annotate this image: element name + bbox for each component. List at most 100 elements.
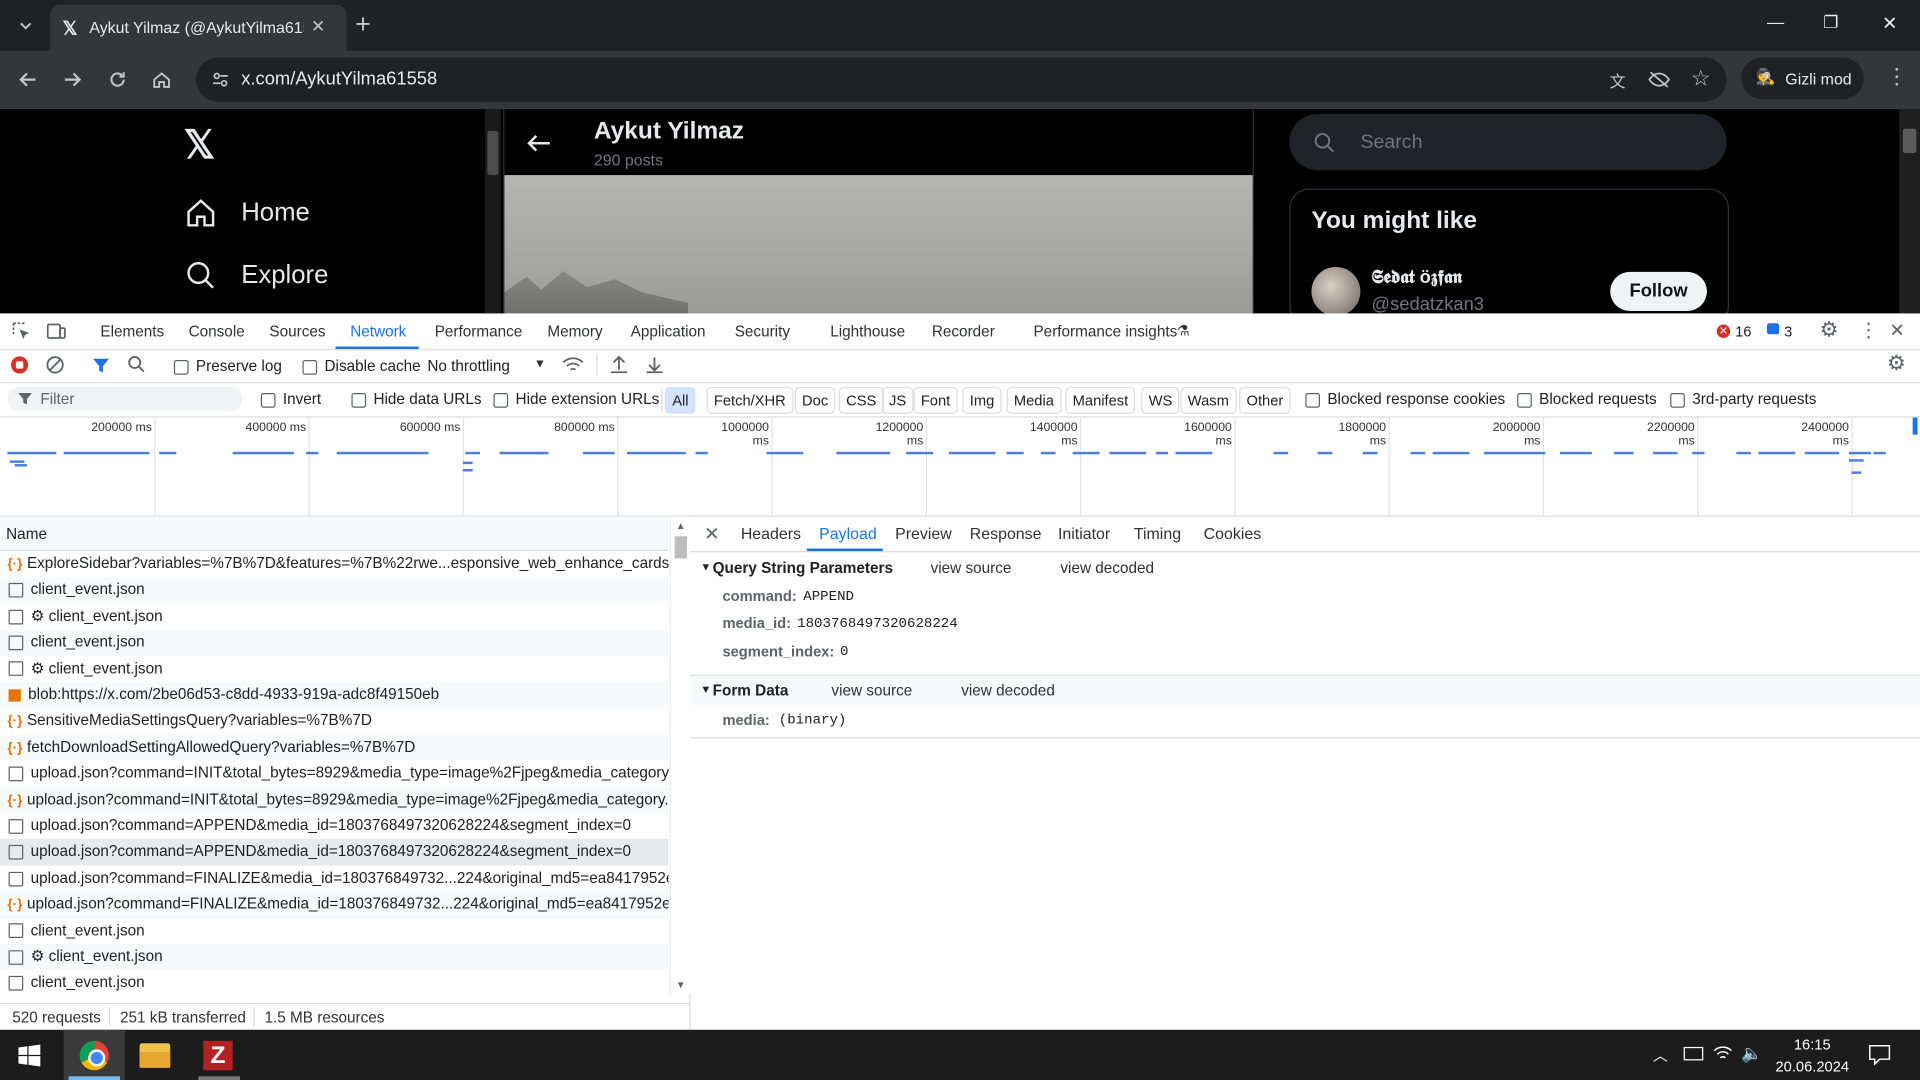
tab-headers[interactable]: Headers [741,517,801,551]
nav-home[interactable]: Home [184,195,429,234]
throttling-select[interactable]: No throttling [427,358,510,375]
nav-explore[interactable]: Explore [184,257,429,296]
taskbar-chrome[interactable] [63,1029,125,1080]
bookmark-star-icon[interactable]: ☆ [1687,65,1714,92]
clock-date[interactable]: 20.06.2024 [1776,1058,1850,1075]
scrollbar-thumb[interactable] [674,536,687,559]
incognito-profile-button[interactable]: 🕵 Gizli mod [1741,57,1864,100]
message-icon[interactable] [1766,323,1780,335]
tab-close-icon[interactable]: ✕ [311,16,325,37]
back-arrow-icon[interactable] [11,62,45,96]
devtools-close-icon[interactable]: ✕ [1889,320,1904,342]
scrollbar-thumb[interactable] [487,131,499,176]
maximize-button[interactable]: ❐ [1823,12,1838,33]
page-scrollbar[interactable] [1899,108,1920,314]
type-filter-doc[interactable]: Doc [794,386,836,414]
collapse-triangle-icon[interactable]: ▼ [700,683,711,695]
translate-icon[interactable]: 文 [1604,66,1631,93]
wifi-icon[interactable] [1713,1044,1733,1061]
tray-chevron-up-icon[interactable]: ︿ [1653,1044,1668,1065]
form-view-decoded-link[interactable]: view decoded [961,682,1055,699]
windows-start-icon[interactable] [18,1044,41,1067]
query-string-title[interactable]: Query String Parameters [713,560,893,577]
forward-arrow-icon[interactable] [55,62,89,96]
form-data-title[interactable]: Form Data [713,682,789,699]
type-filter-other[interactable]: Other [1239,386,1291,414]
request-row[interactable]: client_event.json [0,917,669,945]
tab-search-chevron-icon[interactable] [9,9,43,43]
search-icon[interactable] [127,355,145,373]
tab-preview[interactable]: Preview [895,517,952,551]
suggestion-name[interactable]: 𝕾𝖊𝖉𝖆𝖙 ö𝖟𝖋𝖆𝖓 [1371,267,1462,288]
eye-off-icon[interactable] [1646,66,1673,93]
request-row[interactable]: {·} upload.json?command=INIT&total_bytes=… [0,786,669,814]
profile-banner-image[interactable] [504,175,1253,314]
request-row[interactable]: ⚙ client_event.json [0,944,669,971]
request-row[interactable]: upload.json?command=APPEND&media_id=1803… [0,839,669,866]
type-filter-css[interactable]: CSS [838,386,884,414]
avatar[interactable] [1311,266,1361,314]
tab-performance-insights[interactable]: Performance insights [1033,313,1177,350]
scrollbar-thumb[interactable] [1902,128,1917,154]
file-explorer-icon[interactable] [139,1043,171,1068]
qs-view-decoded-link[interactable]: view decoded [1060,560,1154,577]
network-conditions-icon[interactable] [562,356,584,373]
message-count[interactable]: 3 [1784,323,1792,340]
home-icon[interactable] [144,62,178,96]
request-row[interactable]: client_event.json [0,970,669,997]
tab-network[interactable]: Network [350,313,406,350]
notification-center-icon[interactable] [1869,1044,1891,1066]
name-column-header[interactable]: Name [0,516,669,552]
export-har-icon[interactable] [645,355,663,375]
close-detail-icon[interactable]: ✕ [704,523,719,545]
preserve-log-checkbox[interactable]: Preserve log [173,358,282,375]
scroll-down-icon[interactable]: ▼ [676,980,686,991]
third-party-requests-checkbox[interactable]: 3rd-party requests [1670,391,1816,408]
devtools-more-icon[interactable]: ⋮ [1859,318,1879,342]
hide-extension-urls-checkbox[interactable]: Hide extension URLs [493,391,659,408]
type-filter-ws[interactable]: WS [1141,386,1180,414]
request-row[interactable]: {·} upload.json?command=FINALIZE&media_id… [0,891,669,918]
device-toolbar-icon[interactable] [46,322,67,340]
blocked-requests-checkbox[interactable]: Blocked requests [1517,391,1657,408]
clock-time[interactable]: 16:15 [1794,1036,1831,1053]
clear-icon[interactable] [45,355,65,375]
filter-funnel-icon[interactable] [92,356,110,374]
network-overview-timeline[interactable]: 200000 ms 400000 ms 600000 ms 800000 ms 1000… [0,417,1920,517]
follow-button[interactable]: Follow [1610,271,1707,312]
type-filter-wasm[interactable]: Wasm [1180,386,1237,414]
tab-timing[interactable]: Timing [1134,517,1181,551]
site-info-icon[interactable] [206,65,235,94]
new-tab-button[interactable]: + [355,9,371,41]
tab-lighthouse[interactable]: Lighthouse [830,313,905,350]
disable-cache-checkbox[interactable]: Disable cache [302,358,421,375]
network-settings-gear-icon[interactable]: ⚙ [1887,351,1906,375]
type-filter-fetch-xhr[interactable]: Fetch/XHR [706,386,794,414]
inspect-element-icon[interactable] [12,322,30,340]
timeline-selection-handle[interactable] [1912,417,1918,435]
type-filter-js[interactable]: JS [881,386,914,414]
type-filter-media[interactable]: Media [1006,386,1062,414]
browser-tab-active[interactable]: 𝕏 Aykut Yilmaz (@AykutYilma615 ✕ [50,4,347,52]
minimize-button[interactable]: — [1767,12,1784,32]
chevron-down-icon[interactable]: ▼ [534,358,546,371]
tab-recorder[interactable]: Recorder [932,313,995,350]
request-row[interactable]: {·} SensitiveMediaSettingsQuery?variables… [0,708,669,735]
tab-response[interactable]: Response [970,517,1042,551]
type-filter-img[interactable]: Img [962,386,1002,414]
request-row[interactable]: upload.json?command=FINALIZE&media_id=18… [0,865,669,892]
type-filter-font[interactable]: Font [913,386,958,414]
tab-elements[interactable]: Elements [100,313,164,350]
back-arrow-icon[interactable] [527,133,551,153]
timeline-scrollbar[interactable] [484,108,501,314]
request-list-scrollbar[interactable]: ▲ ▼ [669,516,691,995]
request-row[interactable]: ⚙ client_event.json [0,603,669,630]
tab-performance[interactable]: Performance [435,313,523,350]
tab-cookies[interactable]: Cookies [1204,517,1262,551]
error-count[interactable]: 16 [1735,323,1751,340]
reload-icon[interactable] [100,62,134,96]
request-row[interactable]: upload.json?command=INIT&total_bytes=892… [0,760,669,787]
request-row[interactable]: client_event.json [0,577,669,604]
tab-sources[interactable]: Sources [269,313,325,350]
request-row[interactable]: upload.json?command=APPEND&media_id=1803… [0,813,669,840]
